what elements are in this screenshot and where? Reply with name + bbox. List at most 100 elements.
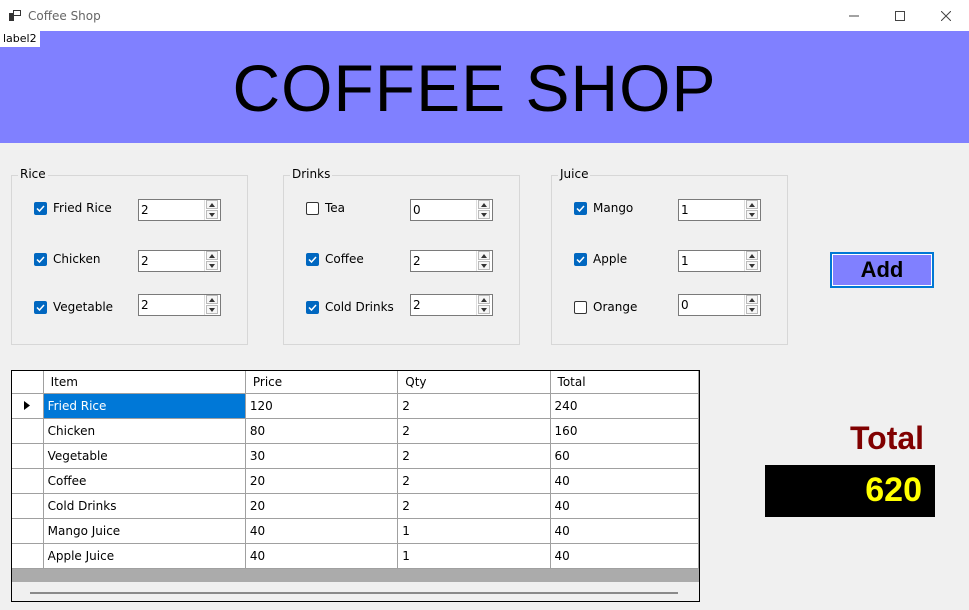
spin-down-button[interactable] bbox=[746, 210, 758, 219]
table-cell[interactable]: 1 bbox=[397, 518, 551, 544]
orange-checkbox[interactable]: Orange bbox=[574, 299, 637, 315]
row-header[interactable] bbox=[12, 393, 44, 419]
close-button[interactable] bbox=[923, 0, 969, 31]
checkbox-box[interactable] bbox=[574, 252, 587, 266]
table-row[interactable]: Apple Juice 40 1 40 bbox=[12, 543, 699, 569]
tea-qty-stepper[interactable]: 0 bbox=[410, 199, 493, 221]
add-button[interactable]: Add bbox=[830, 252, 934, 288]
checkbox-box[interactable] bbox=[34, 252, 47, 266]
checkbox-box[interactable] bbox=[34, 300, 47, 314]
table-row[interactable]: Fried Rice 120 2 240 bbox=[12, 393, 699, 419]
checkbox-box[interactable] bbox=[306, 201, 319, 215]
qty-value[interactable]: 1 bbox=[681, 203, 689, 217]
table-cell[interactable]: 240 bbox=[549, 393, 699, 419]
chicken-checkbox[interactable]: Chicken bbox=[34, 251, 100, 267]
vegetable-checkbox[interactable]: Vegetable bbox=[34, 299, 113, 315]
fried-rice-qty-stepper[interactable]: 2 bbox=[138, 199, 221, 221]
table-cell[interactable]: 20 bbox=[244, 493, 399, 519]
table-cell[interactable]: Coffee bbox=[42, 468, 246, 494]
spin-down-button[interactable] bbox=[206, 210, 218, 219]
minimize-button[interactable] bbox=[831, 0, 877, 31]
qty-value[interactable]: 0 bbox=[413, 203, 421, 217]
spin-up-button[interactable] bbox=[206, 295, 218, 304]
table-cell[interactable]: Vegetable bbox=[42, 443, 246, 469]
qty-value[interactable]: 1 bbox=[681, 254, 689, 268]
table-row[interactable]: Cold Drinks 20 2 40 bbox=[12, 493, 699, 519]
table-row[interactable]: Chicken 80 2 160 bbox=[12, 418, 699, 444]
table-cell[interactable]: Mango Juice bbox=[42, 518, 246, 544]
row-header[interactable] bbox=[12, 493, 44, 519]
table-cell[interactable]: 2 bbox=[397, 468, 551, 494]
checkbox-box[interactable] bbox=[306, 300, 319, 314]
qty-value[interactable]: 0 bbox=[681, 298, 689, 312]
checkbox-box[interactable] bbox=[574, 300, 587, 314]
spin-up-button[interactable] bbox=[478, 295, 490, 304]
spin-down-button[interactable] bbox=[206, 305, 218, 314]
spin-down-button[interactable] bbox=[206, 261, 218, 270]
spin-up-button[interactable] bbox=[746, 251, 758, 260]
table-cell[interactable]: 60 bbox=[549, 443, 699, 469]
table-cell[interactable]: Fried Rice bbox=[42, 393, 246, 419]
order-grid[interactable]: Item Price Qty Total Fried Rice 120 2 240 Ch… bbox=[11, 370, 700, 602]
table-cell[interactable]: 2 bbox=[397, 443, 551, 469]
mango-checkbox[interactable]: Mango bbox=[574, 200, 633, 216]
table-cell[interactable]: 40 bbox=[549, 468, 699, 494]
spin-up-button[interactable] bbox=[478, 200, 490, 209]
spin-up-button[interactable] bbox=[746, 200, 758, 209]
table-cell[interactable]: 40 bbox=[244, 543, 399, 569]
qty-value[interactable]: 2 bbox=[413, 254, 421, 268]
qty-value[interactable]: 2 bbox=[141, 254, 149, 268]
table-row[interactable]: Coffee 20 2 40 bbox=[12, 468, 699, 494]
qty-value[interactable]: 2 bbox=[141, 298, 149, 312]
maximize-button[interactable] bbox=[877, 0, 923, 31]
scrollbar-thumb[interactable] bbox=[30, 592, 678, 594]
checkbox-box[interactable] bbox=[306, 252, 319, 266]
fried-rice-checkbox[interactable]: Fried Rice bbox=[34, 200, 112, 216]
column-header-price[interactable]: Price bbox=[244, 371, 399, 394]
table-cell[interactable]: 20 bbox=[244, 468, 399, 494]
table-cell[interactable]: 160 bbox=[549, 418, 699, 444]
horizontal-scrollbar[interactable] bbox=[12, 582, 699, 601]
coffee-checkbox[interactable]: Coffee bbox=[306, 251, 364, 267]
row-header[interactable] bbox=[12, 418, 44, 444]
row-header[interactable] bbox=[12, 443, 44, 469]
spin-down-button[interactable] bbox=[746, 305, 758, 314]
row-header[interactable] bbox=[12, 518, 44, 544]
checkbox-box[interactable] bbox=[34, 201, 47, 215]
cold-drinks-checkbox[interactable]: Cold Drinks bbox=[306, 299, 394, 315]
table-cell[interactable]: 40 bbox=[244, 518, 399, 544]
apple-checkbox[interactable]: Apple bbox=[574, 251, 627, 267]
table-cell[interactable]: Cold Drinks bbox=[42, 493, 246, 519]
table-cell[interactable]: Chicken bbox=[42, 418, 246, 444]
checkbox-box[interactable] bbox=[574, 201, 587, 215]
qty-value[interactable]: 2 bbox=[413, 298, 421, 312]
table-cell[interactable]: 2 bbox=[397, 493, 551, 519]
table-cell[interactable]: 40 bbox=[549, 543, 699, 569]
spin-up-button[interactable] bbox=[478, 251, 490, 260]
tea-checkbox[interactable]: Tea bbox=[306, 200, 345, 216]
column-header-total[interactable]: Total bbox=[549, 371, 699, 394]
table-cell[interactable]: 1 bbox=[397, 543, 551, 569]
spin-down-button[interactable] bbox=[478, 305, 490, 314]
spin-down-button[interactable] bbox=[478, 261, 490, 270]
corner-header[interactable] bbox=[12, 371, 44, 394]
table-cell[interactable]: 2 bbox=[397, 418, 551, 444]
orange-qty-stepper[interactable]: 0 bbox=[678, 294, 761, 316]
chicken-qty-stepper[interactable]: 2 bbox=[138, 250, 221, 272]
table-cell[interactable]: 120 bbox=[244, 393, 399, 419]
spin-up-button[interactable] bbox=[746, 295, 758, 304]
column-header-qty[interactable]: Qty bbox=[397, 371, 551, 394]
column-header-item[interactable]: Item bbox=[42, 371, 246, 394]
mango-qty-stepper[interactable]: 1 bbox=[678, 199, 761, 221]
coffee-qty-stepper[interactable]: 2 bbox=[410, 250, 493, 272]
table-cell[interactable]: 40 bbox=[549, 518, 699, 544]
vegetable-qty-stepper[interactable]: 2 bbox=[138, 294, 221, 316]
table-row[interactable]: Mango Juice 40 1 40 bbox=[12, 518, 699, 544]
table-cell[interactable]: 40 bbox=[549, 493, 699, 519]
spin-up-button[interactable] bbox=[206, 200, 218, 209]
table-cell[interactable]: 30 bbox=[244, 443, 399, 469]
row-header[interactable] bbox=[12, 468, 44, 494]
table-cell[interactable]: 80 bbox=[244, 418, 399, 444]
table-cell[interactable]: Apple Juice bbox=[42, 543, 246, 569]
table-cell[interactable]: 2 bbox=[397, 393, 551, 419]
